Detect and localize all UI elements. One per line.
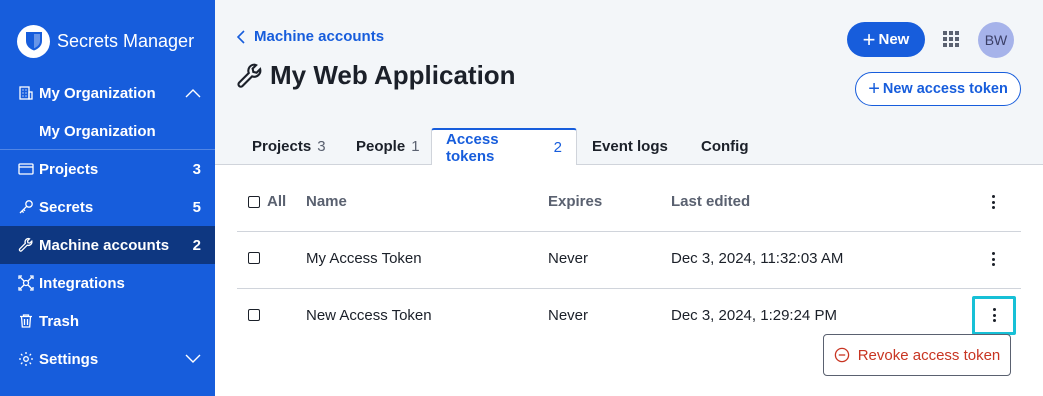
- sidebar-item-trash[interactable]: Trash: [0, 302, 215, 340]
- token-expires: Never: [548, 307, 589, 324]
- sidebar-item-label: Secrets: [39, 198, 94, 216]
- sidebar-item-secrets[interactable]: Secrets 5: [0, 188, 215, 226]
- projects-icon: [18, 161, 34, 177]
- revoke-access-token-menu-item[interactable]: Revoke access token: [823, 334, 1011, 376]
- sidebar: Secrets Manager My Organization My Organ…: [0, 0, 215, 396]
- select-all[interactable]: All: [248, 193, 286, 210]
- column-header-name[interactable]: Name: [306, 193, 347, 210]
- row-options-icon[interactable]: [987, 306, 1001, 324]
- minus-circle-icon: [834, 347, 850, 363]
- chevron-up-icon: [185, 85, 201, 102]
- brand[interactable]: Secrets Manager: [17, 24, 194, 58]
- avatar[interactable]: BW: [978, 22, 1014, 58]
- sidebar-item-label: Projects: [39, 160, 99, 178]
- new-button-label: New: [878, 31, 910, 48]
- row-divider: [237, 288, 1021, 289]
- plus-icon: +: [868, 78, 880, 100]
- bitwarden-logo-icon: [17, 24, 50, 58]
- column-header-last-edited[interactable]: Last edited: [671, 193, 750, 210]
- sidebar-item-count: 3: [192, 160, 201, 178]
- row-divider: [237, 231, 1021, 232]
- new-access-token-label: New access token: [882, 81, 1008, 97]
- page-title: My Web Application: [236, 60, 516, 91]
- token-name: New Access Token: [306, 307, 432, 324]
- sidebar-item-label: Machine accounts: [39, 236, 170, 254]
- back-link-label: Machine accounts: [254, 28, 385, 45]
- trash-icon: [18, 313, 34, 329]
- tab-label: People: [356, 138, 406, 155]
- wrench-icon: [236, 62, 264, 90]
- integrations-icon: [18, 275, 34, 291]
- sidebar-item-label: Trash: [39, 312, 80, 330]
- page-title-text: My Web Application: [270, 60, 516, 90]
- tab-event-logs[interactable]: Event logs: [592, 128, 668, 165]
- header-options-icon[interactable]: [986, 193, 1000, 211]
- sidebar-item-integrations[interactable]: Integrations: [0, 264, 215, 302]
- plus-icon: +: [862, 26, 876, 52]
- sidebar-item-settings[interactable]: Settings: [0, 340, 215, 378]
- tab-label: Access tokens: [446, 130, 499, 165]
- new-access-token-button[interactable]: + New access token: [855, 72, 1021, 106]
- building-icon: [18, 85, 34, 101]
- tab-config[interactable]: Config: [701, 128, 748, 165]
- row-checkbox[interactable]: [248, 252, 260, 264]
- sidebar-item-count: 5: [192, 198, 201, 216]
- chevron-down-icon: [185, 351, 201, 368]
- token-expires: Never: [548, 250, 589, 267]
- row-options-icon[interactable]: [986, 250, 1000, 268]
- sidebar-item-label: Settings: [39, 350, 99, 368]
- chevron-left-icon: [237, 29, 245, 44]
- revoke-label: Revoke access token: [857, 346, 1001, 364]
- token-name: My Access Token: [306, 250, 422, 267]
- tab-label: Projects: [252, 138, 312, 155]
- select-all-checkbox[interactable]: [248, 195, 260, 208]
- tab-people[interactable]: People 1: [356, 128, 420, 165]
- token-last-edited: Dec 3, 2024, 11:32:03 AM: [671, 250, 844, 267]
- sidebar-org-switcher[interactable]: My Organization: [0, 74, 215, 112]
- column-header-expires[interactable]: Expires: [548, 193, 602, 210]
- sidebar-item-my-organization[interactable]: My Organization: [0, 112, 215, 150]
- gear-icon: [18, 351, 34, 367]
- new-button[interactable]: + New: [847, 22, 925, 57]
- tab-count: 2: [553, 139, 562, 156]
- tab-access-tokens[interactable]: Access tokens 2: [431, 128, 577, 165]
- wrench-icon: [18, 237, 34, 253]
- row-checkbox[interactable]: [248, 309, 260, 321]
- sidebar-item-label: Integrations: [39, 274, 125, 292]
- token-last-edited: Dec 3, 2024, 1:29:24 PM: [671, 307, 837, 324]
- select-all-label: All: [267, 193, 287, 210]
- tab-label: Event logs: [592, 138, 668, 155]
- brand-name: Secrets Manager: [57, 30, 195, 51]
- sidebar-item-count: 2: [192, 236, 201, 254]
- tab-label: Config: [701, 138, 749, 155]
- sidebar-item-label: My Organization: [39, 122, 156, 140]
- product-switcher-icon[interactable]: [943, 31, 959, 47]
- key-icon: [18, 199, 34, 215]
- sidebar-item-projects[interactable]: Projects 3: [0, 150, 215, 188]
- tab-projects[interactable]: Projects 3: [252, 128, 326, 165]
- sidebar-org-label: My Organization: [39, 84, 156, 102]
- tab-count: 1: [411, 138, 420, 155]
- tab-count: 3: [317, 138, 326, 155]
- sidebar-item-machine-accounts[interactable]: Machine accounts 2: [0, 226, 215, 264]
- back-link[interactable]: Machine accounts: [237, 28, 384, 45]
